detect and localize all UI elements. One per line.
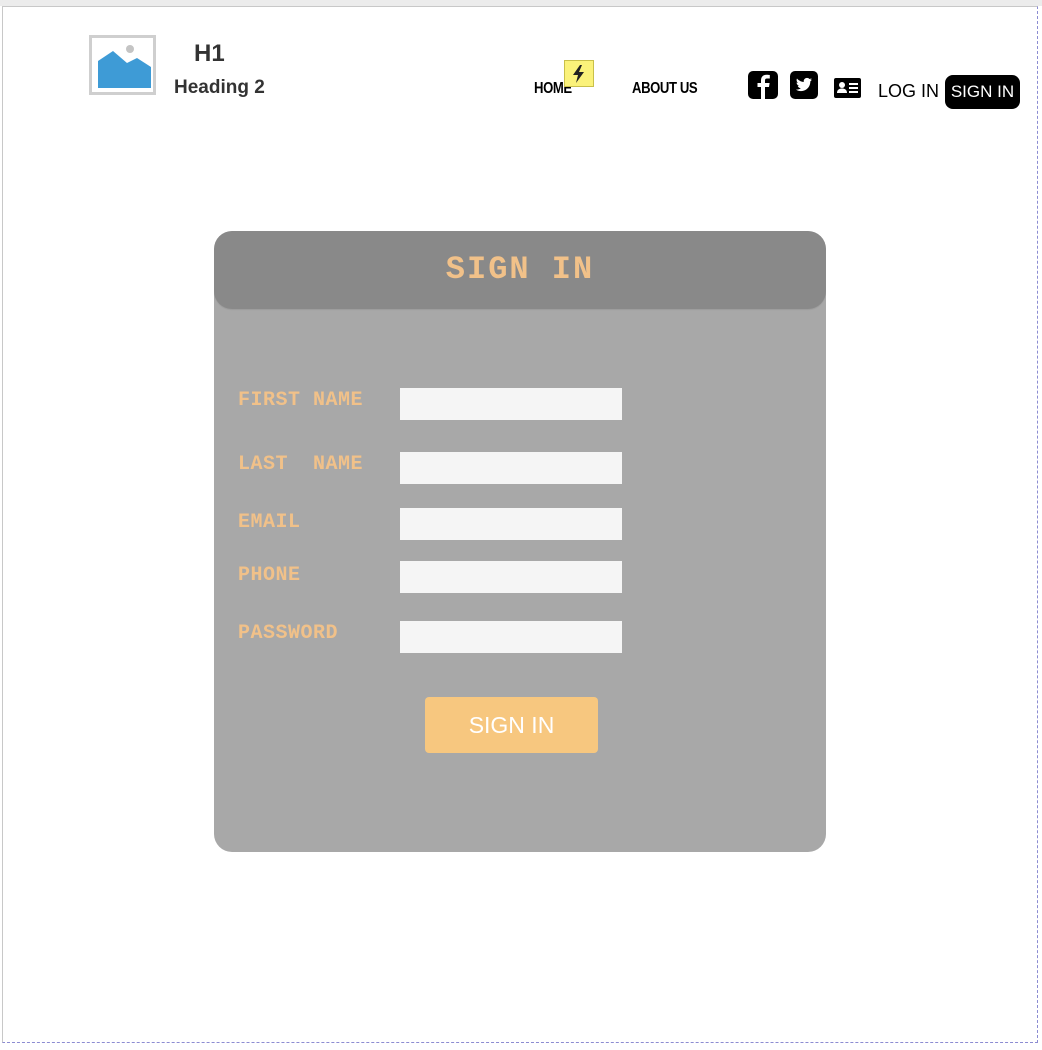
phone-field[interactable]	[400, 561, 622, 593]
header-signin-button[interactable]: SIGN IN	[945, 75, 1020, 109]
first-name-field[interactable]	[400, 388, 622, 420]
lightning-badge	[564, 60, 594, 87]
contact-card-icon[interactable]	[834, 78, 861, 98]
facebook-icon[interactable]	[748, 71, 778, 99]
signin-form-title: SIGN IN	[445, 251, 595, 288]
twitter-icon[interactable]	[790, 71, 818, 99]
page-heading-h2: Heading 2	[174, 77, 265, 98]
first-name-label: FIRST NAME	[238, 389, 364, 412]
last-name-label: LAST NAME	[238, 453, 364, 476]
lightning-bolt-icon	[573, 65, 584, 83]
email-label: EMAIL	[238, 511, 301, 534]
password-field[interactable]	[400, 621, 622, 653]
signin-form-header: SIGN IN	[214, 231, 826, 309]
login-link[interactable]: LOG IN	[878, 81, 939, 102]
last-name-field[interactable]	[400, 452, 622, 484]
signin-form-panel: SIGN IN FIRST NAME LAST NAME EMAIL PHONE…	[214, 231, 826, 852]
nav-about-link[interactable]: ABOUT US	[632, 80, 698, 98]
email-field[interactable]	[400, 508, 622, 540]
signin-submit-button[interactable]: SIGN IN	[425, 697, 598, 753]
password-label: PASSWORD	[238, 622, 339, 645]
phone-label: PHONE	[238, 564, 301, 587]
image-placeholder-icon	[95, 41, 153, 91]
page-heading-h1: H1	[194, 40, 225, 67]
logo-image	[89, 35, 156, 95]
